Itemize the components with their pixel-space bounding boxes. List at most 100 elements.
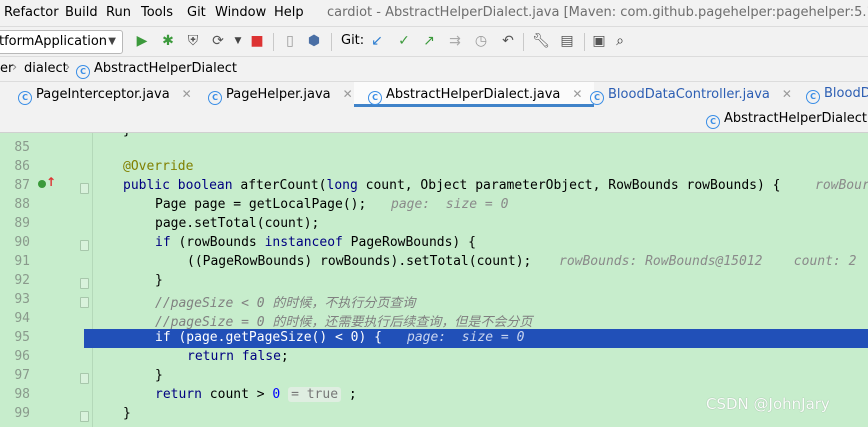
toolbar-divider (273, 33, 274, 51)
menu-git[interactable]: Git (187, 5, 206, 20)
code-number: 0 (272, 387, 281, 402)
code-text: count, Object parameterObject, RowBounds… (357, 178, 781, 193)
class-icon: C (590, 91, 604, 105)
git-rollback-icon[interactable]: ↶ (499, 32, 517, 50)
breadcrumb-item[interactable]: C AbstractHelperDialect (76, 61, 237, 79)
toolbar-divider (331, 33, 332, 51)
code-annotation: @Override (123, 159, 194, 174)
gutter-divider (92, 133, 93, 427)
code-line: if (page.getPageSize() < 0) { (155, 330, 382, 345)
close-icon[interactable]: ✕ (572, 87, 582, 101)
debug-inline-hint: page: size = 0 (391, 197, 509, 212)
menu-bar: Refactor Build Run Tools Git Window Help… (0, 0, 868, 26)
debug-inline-hint: rowBounds: RowBounds@15012 count: 2 (559, 254, 857, 269)
menu-run[interactable]: Run (106, 5, 131, 20)
code-keyword: return false (187, 349, 281, 364)
line-number: 91 (14, 254, 30, 269)
code-keyword: if (155, 235, 171, 250)
line-number: 86 (14, 159, 30, 174)
debug-icon[interactable]: ✱ (159, 32, 177, 50)
class-icon: C (368, 91, 382, 105)
fold-icon[interactable] (80, 297, 89, 308)
fold-icon[interactable] (80, 278, 89, 289)
stop-icon[interactable]: ■ (248, 32, 266, 50)
tab-blooddata[interactable]: C BloodD (806, 82, 868, 107)
tab-pagehelper[interactable]: C PageHelper.java ✕ (208, 82, 353, 107)
git-merge-icon[interactable]: ⇉ (446, 32, 464, 50)
close-icon[interactable]: ✕ (782, 87, 792, 101)
device-icon[interactable]: ▯ (281, 32, 299, 50)
fold-icon[interactable] (80, 240, 89, 251)
override-marker-icon[interactable] (38, 180, 46, 188)
editor-gutter: 85 86 87 88 89 90 91 92 93 94 95 96 97 9… (0, 133, 92, 427)
git-label: Git: (341, 33, 365, 48)
inline-value-hint: = true (288, 387, 342, 402)
line-number: 88 (14, 197, 30, 212)
chevron-right-icon: › (65, 60, 71, 75)
git-push-icon[interactable]: ↗ (420, 32, 438, 50)
class-icon: C (706, 115, 720, 129)
run-config-select[interactable]: tformApplication ▼ (0, 30, 123, 54)
wrench-icon[interactable]: 🔧︎ (532, 32, 550, 50)
code-keyword: instanceof (264, 235, 343, 250)
class-icon: C (208, 91, 222, 105)
tab-abstracthelperdialect[interactable]: C AbstractHelperDialect.java ✕ (354, 82, 595, 107)
git-history-icon[interactable]: ◷ (472, 32, 490, 50)
run-icon[interactable]: ▶ (133, 32, 151, 50)
menu-refactor[interactable]: Refactor (4, 5, 59, 20)
code-line: Page page = getLocalPage(); (155, 197, 367, 212)
menu-window[interactable]: Window (215, 5, 266, 20)
breadcrumb-item-label: AbstractHelperDialect (94, 61, 237, 76)
coverage-icon[interactable]: ⛨ (184, 32, 202, 50)
code-text: count > (201, 387, 273, 402)
fold-icon[interactable] (80, 373, 89, 384)
code-editor[interactable]: 85 86 87 88 89 90 91 92 93 94 95 96 97 9… (0, 133, 868, 427)
menu-help[interactable]: Help (274, 5, 304, 20)
chevron-down-icon[interactable]: ▼ (229, 32, 247, 50)
tab-blooddatacontroller[interactable]: C BloodDataController.java ✕ (590, 82, 792, 107)
line-number: 98 (14, 387, 30, 402)
line-number: 96 (14, 349, 30, 364)
tab-label: BloodDataController.java (608, 87, 770, 102)
line-number: 89 (14, 216, 30, 231)
fold-icon[interactable] (80, 411, 89, 422)
tab-pageinterceptor[interactable]: C PageInterceptor.java ✕ (18, 82, 192, 107)
code-line: page.setTotal(count); (155, 216, 320, 231)
project-structure-icon[interactable]: ▤ (558, 32, 576, 50)
search-icon[interactable]: ⌕ (611, 32, 629, 50)
code-comment: //pageSize = 0 的时候，还需要执行后续查询，但是不会分页 (155, 315, 533, 330)
close-icon[interactable]: ✕ (182, 87, 192, 101)
close-icon[interactable]: ✕ (343, 87, 353, 101)
decompiled-file[interactable]: C AbstractHelperDialect.cla (706, 111, 868, 129)
fold-icon[interactable] (80, 183, 89, 194)
breadcrumb-item[interactable]: dialect (24, 61, 68, 76)
toolbar-divider (584, 33, 585, 51)
code-text: afterCount( (232, 178, 327, 193)
code-line: } (123, 133, 131, 138)
line-number: 94 (14, 311, 30, 326)
code-keyword: return (155, 387, 202, 402)
decompiled-file-bar: C AbstractHelperDialect.cla (0, 107, 868, 133)
debug-inline-hint: rowBour (815, 178, 868, 193)
line-number: 90 (14, 235, 30, 250)
line-number: 97 (14, 368, 30, 383)
tab-label: AbstractHelperDialect.java (386, 87, 561, 102)
git-update-icon[interactable]: ↙ (368, 32, 386, 50)
build-project-icon[interactable]: ⬢ (305, 32, 323, 50)
terminal-icon[interactable]: ▣ (590, 32, 608, 50)
line-number: 85 (14, 140, 30, 155)
decompiled-file-label: AbstractHelperDialect.cla (724, 111, 868, 126)
line-number: 93 (14, 292, 30, 307)
menu-tools[interactable]: Tools (141, 5, 173, 20)
arrow-up-icon: ↑ (46, 175, 57, 189)
code-keyword: public boolean (123, 178, 233, 193)
watermark: CSDN @JohnJary (706, 395, 830, 413)
menu-build[interactable]: Build (65, 5, 98, 20)
profile-icon[interactable]: ⟳ (209, 32, 227, 50)
chevron-right-icon: › (12, 60, 18, 75)
code-line: return false; (187, 349, 289, 364)
class-icon: C (18, 91, 32, 105)
git-commit-icon[interactable]: ✓ (395, 32, 413, 50)
code-keyword: long (326, 178, 358, 193)
code-text: ; (341, 387, 357, 402)
